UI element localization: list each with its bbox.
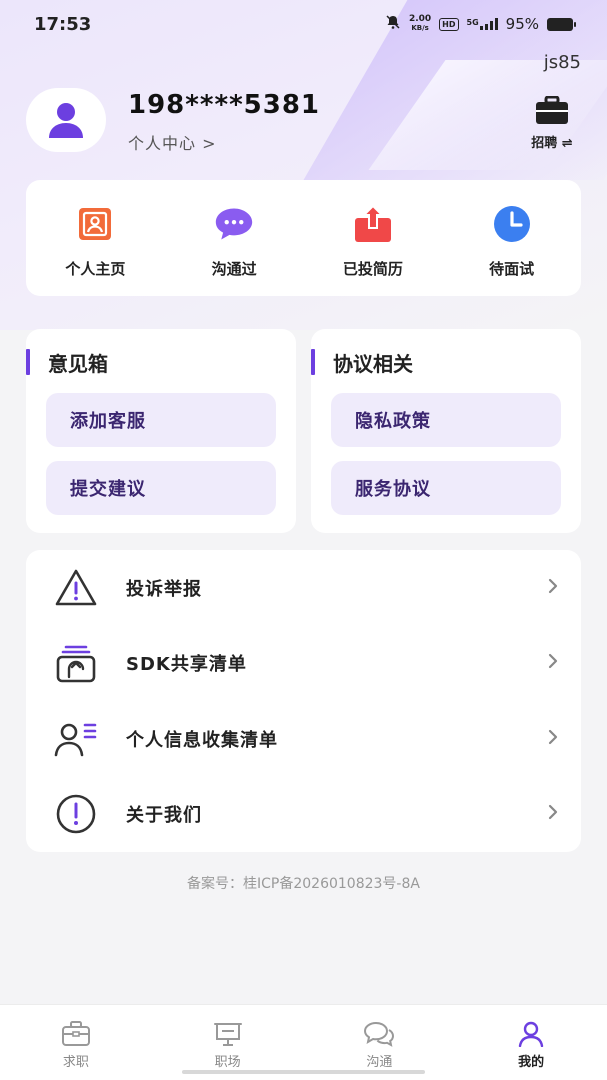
- switch-recruit-button[interactable]: 招聘 ⇌: [523, 95, 581, 151]
- quick-action-profile-page[interactable]: 个人主页: [26, 180, 165, 296]
- recruit-label: 招聘 ⇌: [531, 136, 573, 151]
- home-indicator: [182, 1070, 425, 1074]
- phone-number: 198****5381: [128, 90, 321, 120]
- mute-bell-icon: [385, 14, 401, 34]
- quick-action-label: 沟通过: [211, 260, 257, 278]
- privacy-policy-button[interactable]: 隐私政策: [331, 393, 561, 447]
- agreement-box: 协议相关 隐私政策 服务协议: [311, 329, 581, 533]
- chevron-right-icon: [519, 578, 559, 598]
- tab-mine[interactable]: 我的: [455, 1005, 607, 1080]
- battery-icon: [547, 17, 576, 31]
- info-exclamation-icon: [53, 791, 99, 837]
- bottom-tab-bar: 求职 职场 沟通 我的: [0, 1004, 607, 1080]
- user-icon: [518, 1021, 544, 1047]
- quick-action-label: 个人主页: [65, 260, 126, 278]
- menu-item-label: 关于我们: [126, 804, 202, 826]
- submit-suggestion-button[interactable]: 提交建议: [46, 461, 276, 515]
- menu-item-sdk-list[interactable]: SDK共享清单: [26, 625, 581, 700]
- user-avatar-icon: [49, 103, 83, 138]
- menu-list: 投诉举报 SDK共享清单 个人信息收集清单 关于我们: [26, 550, 581, 852]
- feedback-box: 意见箱 添加客服 提交建议: [26, 329, 296, 533]
- agreement-box-title: 协议相关: [311, 349, 413, 376]
- chevron-right-icon: [519, 653, 559, 673]
- battery-percent: 95%: [505, 15, 539, 33]
- quick-action-contacted[interactable]: 沟通过: [165, 180, 304, 296]
- menu-item-label: 个人信息收集清单: [126, 729, 278, 751]
- menu-item-personal-info-list[interactable]: 个人信息收集清单: [26, 701, 581, 776]
- chat-bubble-icon: [214, 204, 254, 244]
- hd-badge: HD: [439, 17, 459, 31]
- personal-center-link[interactable]: 个人中心 >: [128, 130, 217, 154]
- add-customer-service-button[interactable]: 添加客服: [46, 393, 276, 447]
- quick-action-label: 待面试: [489, 260, 535, 278]
- quick-actions-card: 个人主页 沟通过 已投简历 待面试: [26, 180, 581, 296]
- briefcase-switch-icon: [536, 95, 568, 124]
- tab-workplace[interactable]: 职场: [152, 1005, 304, 1080]
- clock-icon: [492, 204, 532, 244]
- quick-action-submitted-resume[interactable]: 已投简历: [304, 180, 443, 296]
- icp-record: 备案号：桂ICP备2026010823号-8A: [187, 876, 420, 892]
- net-speed: 2.00 KB/s: [408, 14, 432, 33]
- sdk-share-icon: [53, 640, 99, 686]
- menu-item-complaint[interactable]: 投诉举报: [26, 550, 581, 625]
- menu-item-label: 投诉举报: [126, 578, 202, 600]
- tab-label: 沟通: [366, 1055, 393, 1070]
- upload-resume-icon: [353, 204, 393, 244]
- menu-item-about-us[interactable]: 关于我们: [26, 776, 581, 851]
- tab-label: 我的: [518, 1055, 545, 1070]
- quick-action-label: 已投简历: [342, 260, 403, 278]
- status-icons: 2.00 KB/s HD 5G 95%: [385, 14, 576, 34]
- tab-chat[interactable]: 沟通: [304, 1005, 456, 1080]
- avatar[interactable]: [26, 88, 106, 152]
- chat-icon: [364, 1021, 395, 1047]
- status-time: 17:53: [34, 14, 92, 35]
- service-agreement-button[interactable]: 服务协议: [331, 461, 561, 515]
- tab-label: 职场: [214, 1055, 241, 1070]
- tab-job-search[interactable]: 求职: [0, 1005, 152, 1080]
- briefcase-icon: [61, 1021, 90, 1046]
- user-tag: js85: [543, 52, 581, 73]
- menu-item-label: SDK共享清单: [126, 653, 247, 675]
- signal-icon: 5G: [467, 18, 498, 30]
- feedback-box-title: 意见箱: [26, 349, 108, 376]
- status-bar: 17:53 2.00 KB/s HD 5G 95%: [0, 0, 607, 50]
- tab-label: 求职: [62, 1055, 89, 1070]
- chevron-right-icon: [519, 729, 559, 749]
- chevron-right-icon: [519, 804, 559, 824]
- profile-page-icon: [75, 204, 115, 244]
- warning-icon: [53, 565, 99, 611]
- user-list-icon: [53, 716, 99, 762]
- presentation-icon: [213, 1023, 242, 1046]
- quick-action-pending-interview[interactable]: 待面试: [442, 180, 581, 296]
